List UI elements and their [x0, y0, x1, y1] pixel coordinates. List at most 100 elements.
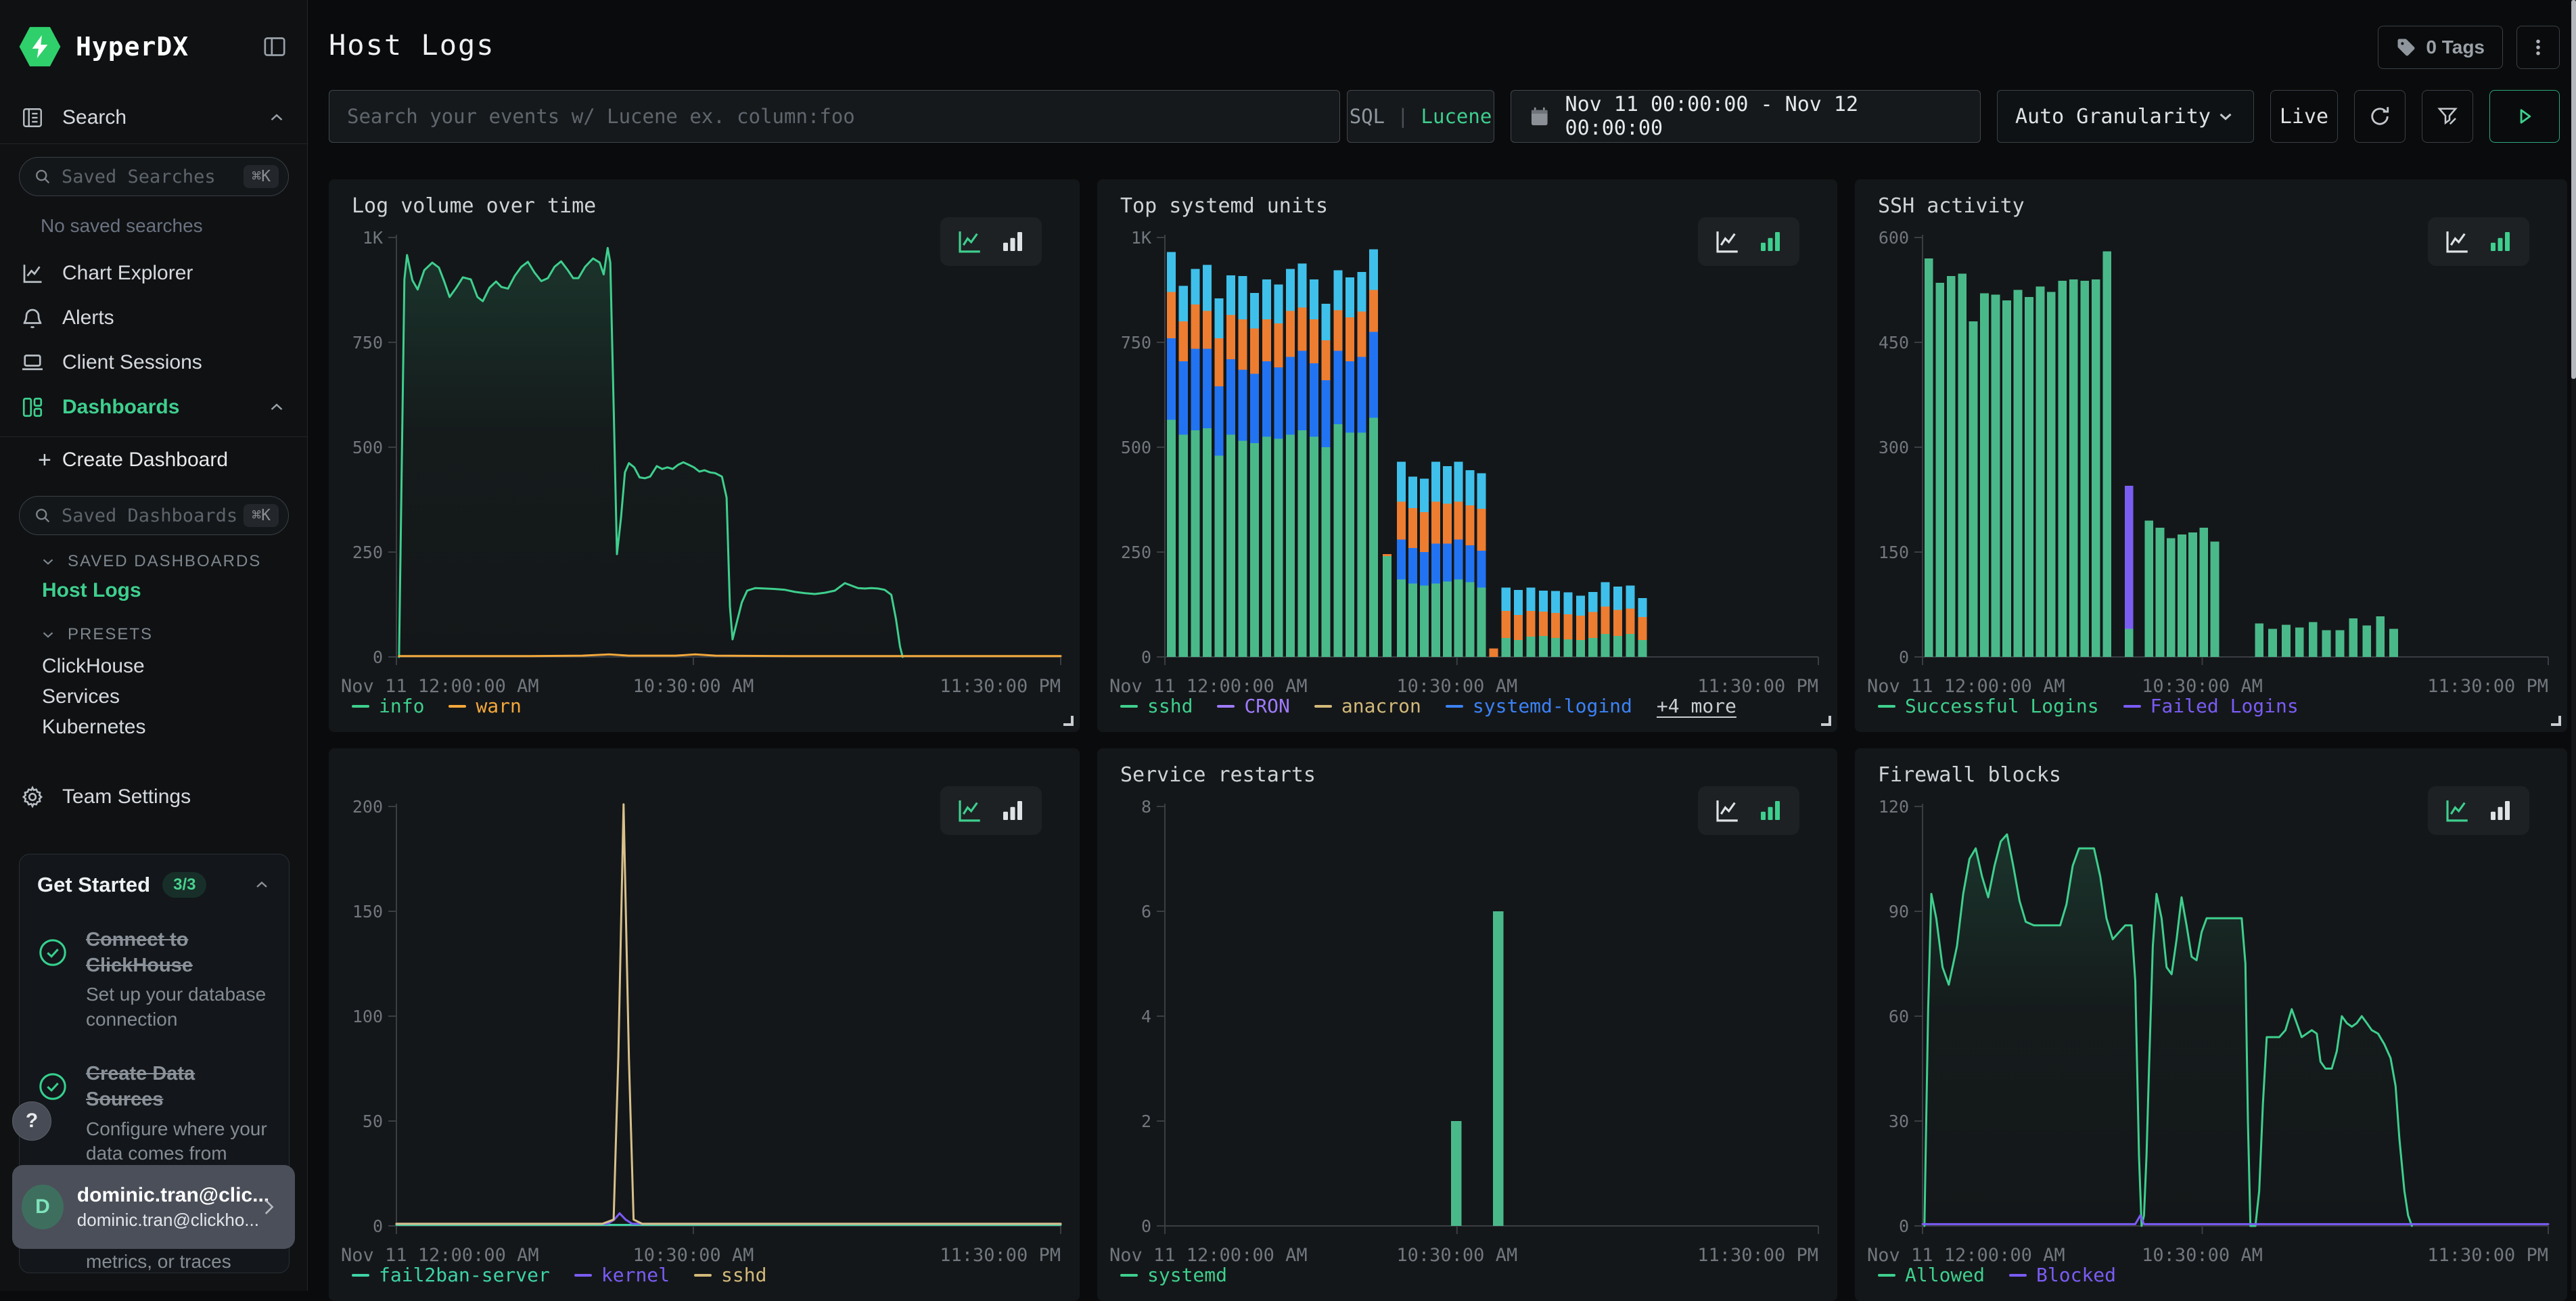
legend-swatch [448, 705, 466, 708]
svg-text:10:30:00 AM: 10:30:00 AM [1396, 676, 1517, 697]
line-chart-toggle-button[interactable] [2440, 794, 2474, 827]
saved-dashboards-search[interactable]: ⌘K [19, 496, 289, 535]
bar-chart-toggle-button[interactable] [2483, 225, 2517, 258]
legend-item[interactable]: sshd [1120, 695, 1193, 717]
scrollbar-thumb[interactable] [2571, 0, 2576, 379]
legend-item[interactable]: sshd [694, 1264, 766, 1286]
legend-item[interactable]: Blocked [2009, 1264, 2116, 1286]
bar-chart-toggle-button[interactable] [2483, 794, 2517, 827]
legend-item[interactable]: Allowed [1878, 1264, 1985, 1286]
chart-panel-top-systemd-units: Top systemd units02505007501KNov 11 12:0… [1097, 179, 1837, 732]
more-options-button[interactable] [2516, 26, 2560, 69]
saved-searches-search[interactable]: ⌘K [19, 157, 289, 196]
saved-searches-input[interactable] [62, 166, 244, 187]
line-chart-toggle-button[interactable] [1710, 225, 1744, 258]
legend-label: Allowed [1905, 1264, 1985, 1286]
create-dashboard-button[interactable]: + Create Dashboard [38, 449, 228, 472]
sidebar-item-alerts[interactable]: Alerts [0, 300, 307, 336]
step-description: Configure where your data comes from [86, 1117, 271, 1166]
sidebar: HyperDX Search ⌘K No saved searches Char… [0, 0, 308, 1291]
help-button[interactable]: ? [12, 1101, 51, 1141]
svg-text:500: 500 [1121, 438, 1151, 457]
bar-chart-toggle-button[interactable] [996, 225, 1030, 258]
svg-text:250: 250 [1121, 543, 1151, 562]
legend-item[interactable]: Successful Logins [1878, 695, 2099, 717]
bar-chart-toggle-button[interactable] [996, 794, 1030, 827]
sidebar-item-clickhouse[interactable]: ClickHouse [42, 655, 145, 678]
legend-more-link[interactable]: +4 more [1657, 695, 1736, 717]
get-started-step-sources[interactable]: Create Data Sources Configure where your… [37, 1062, 271, 1166]
bar-chart-toggle-button[interactable] [1753, 225, 1787, 258]
sidebar-item-services[interactable]: Services [42, 685, 120, 708]
sidebar-item-dashboards[interactable]: Dashboards [0, 390, 307, 425]
chart-panel-log-volume-over-time: Log volume over time02505007501KNov 11 1… [329, 179, 1080, 732]
sidebar-item-client-sessions[interactable]: Client Sessions [0, 345, 307, 380]
lucene-option[interactable]: Lucene [1421, 105, 1492, 128]
saved-dashboards-section-header[interactable]: SAVED DASHBOARDS [39, 552, 261, 571]
legend-label: Blocked [2036, 1264, 2116, 1286]
svg-text:750: 750 [352, 333, 383, 352]
chevron-up-icon[interactable] [252, 875, 271, 894]
sidebar-item-chart-explorer[interactable]: Chart Explorer [0, 256, 307, 291]
legend-item[interactable]: fail2ban-server [352, 1264, 550, 1286]
sidebar-item-kubernetes[interactable]: Kubernetes [42, 716, 145, 739]
legend-label: Successful Logins [1905, 695, 2099, 717]
svg-text:Nov 11 12:00:00 AM: Nov 11 12:00:00 AM [341, 676, 539, 697]
chart-panel-firewall-blocks: Firewall blocks0306090120Nov 11 12:00:00… [1855, 748, 2567, 1301]
sql-option[interactable]: SQL [1350, 105, 1385, 128]
tags-button[interactable]: 0 Tags [2378, 26, 2503, 69]
calendar-icon [1529, 106, 1550, 127]
saved-dashboards-input[interactable] [62, 505, 244, 526]
legend-swatch [352, 1274, 369, 1277]
legend-swatch [1120, 705, 1138, 708]
sidebar-item-host-logs[interactable]: Host Logs [42, 579, 141, 602]
chart-view-toggle [1698, 217, 1799, 266]
gear-icon [20, 785, 46, 809]
sidebar-collapse-icon[interactable] [261, 33, 288, 60]
refresh-button[interactable] [2354, 90, 2406, 143]
svg-text:750: 750 [1121, 333, 1151, 352]
svg-text:30: 30 [1889, 1112, 1909, 1131]
dashboard-grid: Log volume over time02505007501KNov 11 1… [329, 179, 2567, 1301]
bar-chart-toggle-button[interactable] [1753, 794, 1787, 827]
chart-panel-auth-log-sources: 050100150200Nov 11 12:00:00 AM10:30:00 A… [329, 748, 1080, 1301]
legend-item[interactable]: anacron [1314, 695, 1421, 717]
run-query-button[interactable] [2489, 90, 2560, 143]
step-title: Create Data Sources [86, 1062, 271, 1112]
live-button[interactable]: Live [2270, 90, 2338, 143]
svg-text:500: 500 [352, 438, 383, 457]
legend-item[interactable]: info [352, 695, 424, 717]
granularity-select[interactable]: Auto Granularity [1997, 90, 2254, 143]
user-account-button[interactable]: D dominic.tran@clic... dominic.tran@clic… [12, 1165, 295, 1249]
legend-item[interactable]: Failed Logins [2123, 695, 2299, 717]
sidebar-item-team-settings[interactable]: Team Settings [0, 779, 307, 815]
legend-item[interactable]: kernel [574, 1264, 670, 1286]
svg-text:Nov 11 12:00:00 AM: Nov 11 12:00:00 AM [1867, 676, 2065, 697]
filter-button[interactable] [2422, 90, 2473, 143]
line-chart-toggle-button[interactable] [1710, 794, 1744, 827]
legend-item[interactable]: CRON [1217, 695, 1289, 717]
date-range-picker[interactable]: Nov 11 00:00:00 - Nov 12 00:00:00 [1511, 90, 1981, 143]
sidebar-item-search[interactable]: Search [0, 100, 307, 135]
line-chart-toggle-button[interactable] [952, 794, 986, 827]
query-language-toggle[interactable]: SQL | Lucene [1347, 90, 1494, 143]
chevron-down-icon [39, 626, 57, 643]
svg-text:200: 200 [352, 797, 383, 817]
get-started-step-connect[interactable]: Connect to ClickHouse Set up your databa… [37, 928, 271, 1032]
svg-text:11:30:00 PM: 11:30:00 PM [2427, 676, 2548, 697]
legend-item[interactable]: systemd [1120, 1264, 1227, 1286]
line-chart-toggle-button[interactable] [2440, 225, 2474, 258]
step-title: Connect to ClickHouse [86, 928, 271, 978]
chevron-right-icon [257, 1195, 280, 1218]
line-chart-toggle-button[interactable] [952, 225, 986, 258]
main-content: Host Logs 0 Tags SQL | Lucene Nov 11 00:… [308, 0, 2576, 1291]
legend-swatch [574, 1274, 592, 1277]
legend-item[interactable]: warn [448, 695, 521, 717]
presets-section-header[interactable]: PRESETS [39, 625, 153, 644]
svg-text:600: 600 [1879, 228, 1909, 248]
svg-text:100: 100 [352, 1007, 383, 1026]
legend-item[interactable]: systemd-logind [1446, 695, 1632, 717]
legend-label: CRON [1244, 695, 1289, 717]
event-search-input[interactable] [329, 90, 1340, 143]
chevron-down-icon [39, 553, 57, 570]
